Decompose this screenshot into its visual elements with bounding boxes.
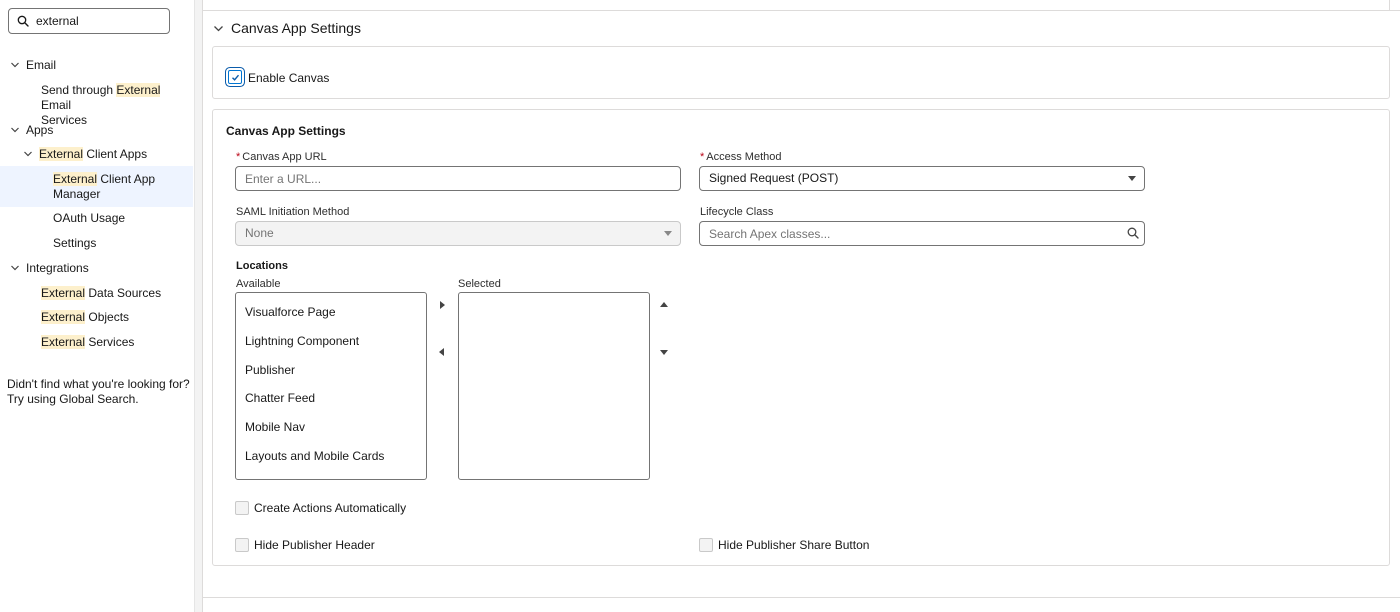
canvas-app-settings-card: Canvas App Settings *Canvas App URL *Acc… xyxy=(212,109,1390,566)
tree-label-apps: Apps xyxy=(26,123,54,137)
tree-label-external-objects: External Objects xyxy=(41,310,130,324)
move-right-button[interactable] xyxy=(437,300,447,310)
canvas-app-url-label: * Canvas App URL xyxy=(236,151,327,163)
tree-item-send-through-external-email-services[interactable]: Send through External Email Services xyxy=(0,82,193,127)
move-down-button[interactable] xyxy=(659,347,669,357)
tree-label-external-client-app-manager: External Client App Manager xyxy=(53,172,156,201)
create-actions-checkbox[interactable] xyxy=(235,501,249,515)
hide-publisher-header-label: Hide Publisher Header xyxy=(254,538,375,552)
chevron-down-icon[interactable] xyxy=(213,23,224,34)
list-option[interactable]: Mobile Nav xyxy=(245,420,305,434)
tree-label-oauth-usage: OAuth Usage xyxy=(53,211,126,225)
tree-label-email: Email xyxy=(26,58,57,72)
chevron-down-icon[interactable] xyxy=(10,263,20,273)
tree-node-apps[interactable]: Apps xyxy=(0,123,193,138)
quick-find-box[interactable] xyxy=(8,8,170,34)
card-title: Canvas App Settings xyxy=(226,124,346,138)
tree-item-external-services[interactable]: External Services xyxy=(0,335,193,350)
access-method-label: * Access Method xyxy=(700,151,782,163)
access-method-select[interactable]: Signed Request (POST) xyxy=(699,166,1145,191)
available-listbox[interactable]: Visualforce Page Lightning Component Pub… xyxy=(235,292,427,480)
enable-canvas-card: Enable Canvas xyxy=(212,46,1390,99)
search-icon[interactable] xyxy=(1127,227,1139,239)
divider xyxy=(1389,0,1390,10)
tree-label-external-data-sources: External Data Sources xyxy=(41,286,162,300)
tree-item-external-objects[interactable]: External Objects xyxy=(0,310,193,325)
tree-item-settings[interactable]: Settings xyxy=(0,236,193,251)
tree-label-external-services: External Services xyxy=(41,335,135,349)
saml-initiation-select: None xyxy=(235,221,681,246)
lifecycle-class-field xyxy=(699,221,1145,246)
search-icon xyxy=(17,15,29,27)
available-label: Available xyxy=(236,278,281,290)
chevron-down-icon[interactable] xyxy=(10,60,20,70)
access-method-value: Signed Request (POST) xyxy=(709,171,839,185)
chevron-down-icon[interactable] xyxy=(10,125,20,135)
caret-down-icon xyxy=(664,231,672,236)
lifecycle-class-label: Lifecycle Class xyxy=(700,206,774,218)
hide-publisher-share-label: Hide Publisher Share Button xyxy=(718,538,870,552)
tree-item-oauth-usage[interactable]: OAuth Usage xyxy=(0,211,193,226)
hide-publisher-share-checkbox[interactable] xyxy=(699,538,713,552)
divider xyxy=(203,597,1400,598)
caret-down-icon xyxy=(1128,176,1136,181)
selected-listbox[interactable] xyxy=(458,292,650,480)
tree-item-external-data-sources[interactable]: External Data Sources xyxy=(0,286,193,301)
create-actions-label: Create Actions Automatically xyxy=(254,501,407,515)
move-up-button[interactable] xyxy=(659,300,669,310)
chevron-down-icon[interactable] xyxy=(23,149,33,159)
tree-node-email[interactable]: Email xyxy=(0,58,193,73)
tree-label-settings: Settings xyxy=(53,236,97,250)
tree-label-external-client-apps: External Client Apps xyxy=(39,147,148,161)
enable-canvas-checkbox[interactable] xyxy=(228,70,242,84)
tree-label-integrations: Integrations xyxy=(26,261,89,275)
no-results-hint: Didn't find what you're looking for? Try… xyxy=(7,377,190,406)
tree-label-send-through-external: Send through External Email Services xyxy=(41,83,161,127)
saml-initiation-value: None xyxy=(245,226,274,240)
section-toggle-canvas-app-settings[interactable]: Canvas App Settings xyxy=(213,20,361,36)
canvas-app-url-input[interactable] xyxy=(235,166,681,191)
saml-initiation-label: SAML Initiation Method xyxy=(236,206,350,218)
sidebar-splitter[interactable] xyxy=(194,0,203,612)
divider xyxy=(203,10,1400,11)
hide-publisher-header-checkbox[interactable] xyxy=(235,538,249,552)
lifecycle-class-input[interactable] xyxy=(699,221,1145,246)
list-option[interactable]: Visualforce Page xyxy=(245,305,336,319)
setup-sidebar: Email Send through External EmailService… xyxy=(0,0,194,612)
locations-label: Locations xyxy=(236,260,288,272)
checkmark-icon xyxy=(232,74,240,81)
list-option[interactable]: Layouts and Mobile Cards xyxy=(245,449,384,463)
selected-label: Selected xyxy=(458,278,501,290)
tree-node-external-client-apps[interactable]: External Client Apps xyxy=(0,147,193,162)
move-left-button[interactable] xyxy=(437,347,447,357)
list-option[interactable]: Lightning Component xyxy=(245,334,359,348)
enable-canvas-label: Enable Canvas xyxy=(248,71,330,85)
tree-node-integrations[interactable]: Integrations xyxy=(0,261,193,276)
tree-item-external-client-app-manager[interactable]: External Client App Manager xyxy=(0,166,193,207)
list-option[interactable]: Chatter Feed xyxy=(245,391,315,405)
quick-find-input[interactable] xyxy=(36,14,156,28)
section-title: Canvas App Settings xyxy=(231,20,361,36)
main-content: Canvas App Settings Enable Canvas Canvas… xyxy=(203,0,1400,612)
list-option[interactable]: Publisher xyxy=(245,363,295,377)
